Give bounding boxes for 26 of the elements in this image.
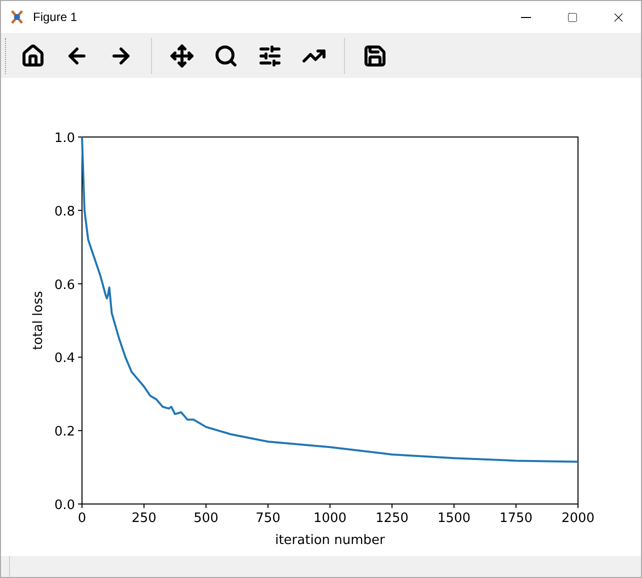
minimize-icon bbox=[521, 16, 531, 18]
maximize-icon bbox=[566, 12, 578, 22]
x-tick-label: 1500 bbox=[437, 511, 471, 526]
y-tick-label: 0.0 bbox=[54, 498, 75, 514]
app-icon bbox=[9, 9, 25, 25]
y-tick-label: 0.2 bbox=[54, 424, 75, 440]
x-tick-label: 1250 bbox=[375, 511, 409, 526]
x-tick-label: 500 bbox=[194, 511, 218, 526]
y-tick-label: 0.8 bbox=[54, 204, 75, 220]
x-axis-label: iteration number bbox=[275, 533, 385, 548]
home-icon bbox=[21, 44, 45, 68]
x-tick-label: 750 bbox=[256, 511, 280, 526]
x-tick-label: 1750 bbox=[499, 511, 533, 526]
move-icon bbox=[170, 44, 194, 68]
x-tick-label: 1000 bbox=[313, 511, 347, 526]
window-title: Figure 1 bbox=[33, 9, 78, 26]
x-tick-label: 250 bbox=[132, 511, 156, 526]
y-tick-label: 1.0 bbox=[54, 131, 75, 146]
sliders-icon bbox=[258, 44, 282, 68]
y-axis-label: total loss bbox=[31, 291, 46, 350]
x-tick-label: 0 bbox=[78, 511, 86, 526]
x-tick-label: 2000 bbox=[561, 511, 595, 526]
save-icon bbox=[363, 44, 387, 68]
y-tick-label: 0.6 bbox=[54, 278, 75, 294]
search-icon bbox=[214, 44, 238, 68]
y-tick-label: 0.4 bbox=[54, 352, 75, 367]
